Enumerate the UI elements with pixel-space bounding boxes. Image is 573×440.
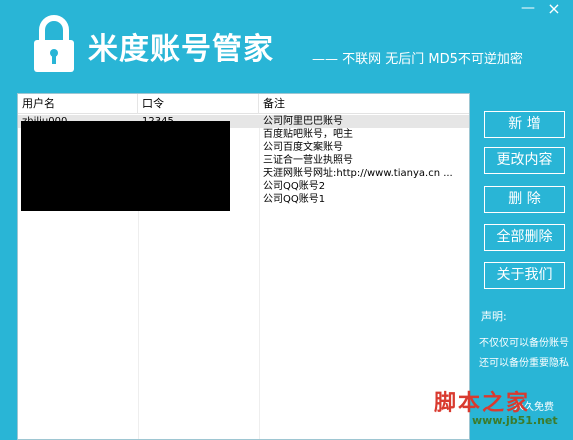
notice-line-2: 还可以备份重要隐私 — [479, 358, 569, 369]
list-header: 用户名 口令 备注 — [18, 94, 469, 114]
row-note: 公司阿里巴巴账号 — [263, 116, 343, 127]
add-button[interactable]: 新 增 — [484, 111, 565, 138]
lock-icon — [34, 15, 74, 72]
column-header-note[interactable]: 备注 — [259, 94, 469, 114]
about-button[interactable]: 关于我们 — [484, 262, 565, 289]
column-header-username[interactable]: 用户名 — [18, 94, 138, 114]
row-note: 三证合一营业执照号 — [263, 155, 353, 166]
account-list[interactable]: 用户名 口令 备注 zhiliu000 12345 公司阿里巴巴账号 百度贴吧账… — [17, 93, 470, 440]
close-button[interactable]: × — [543, 1, 565, 19]
app-slogan: —— 不联网 无后门 MD5不可逆加密 — [312, 52, 523, 67]
row-note: 公司QQ账号1 — [263, 194, 326, 205]
edit-button[interactable]: 更改内容 — [484, 147, 565, 174]
notice-title: 声明: — [481, 310, 507, 323]
column-header-password[interactable]: 口令 — [138, 94, 259, 114]
delete-button[interactable]: 删 除 — [484, 186, 565, 213]
row-note: 百度贴吧账号，吧主 — [263, 129, 353, 140]
row-note: 公司QQ账号2 — [263, 181, 326, 192]
watermark-logo: 脚本之家 — [434, 390, 531, 416]
notice-line-1: 不仅仅可以备份账号 — [479, 338, 569, 349]
app-title: 米度账号管家 — [88, 32, 274, 67]
delete-all-button[interactable]: 全部删除 — [484, 224, 565, 251]
watermark-url: www.jb51.net — [472, 414, 558, 427]
minimize-button[interactable]: — — [518, 1, 538, 18]
row-note: 公司百度文案账号 — [263, 142, 343, 153]
header: 米度账号管家 —— 不联网 无后门 MD5不可逆加密 — × — [0, 0, 573, 88]
redaction-block — [21, 121, 230, 211]
row-note: 天涯网账号网址:http://www.tianya.cn ... — [263, 168, 453, 179]
